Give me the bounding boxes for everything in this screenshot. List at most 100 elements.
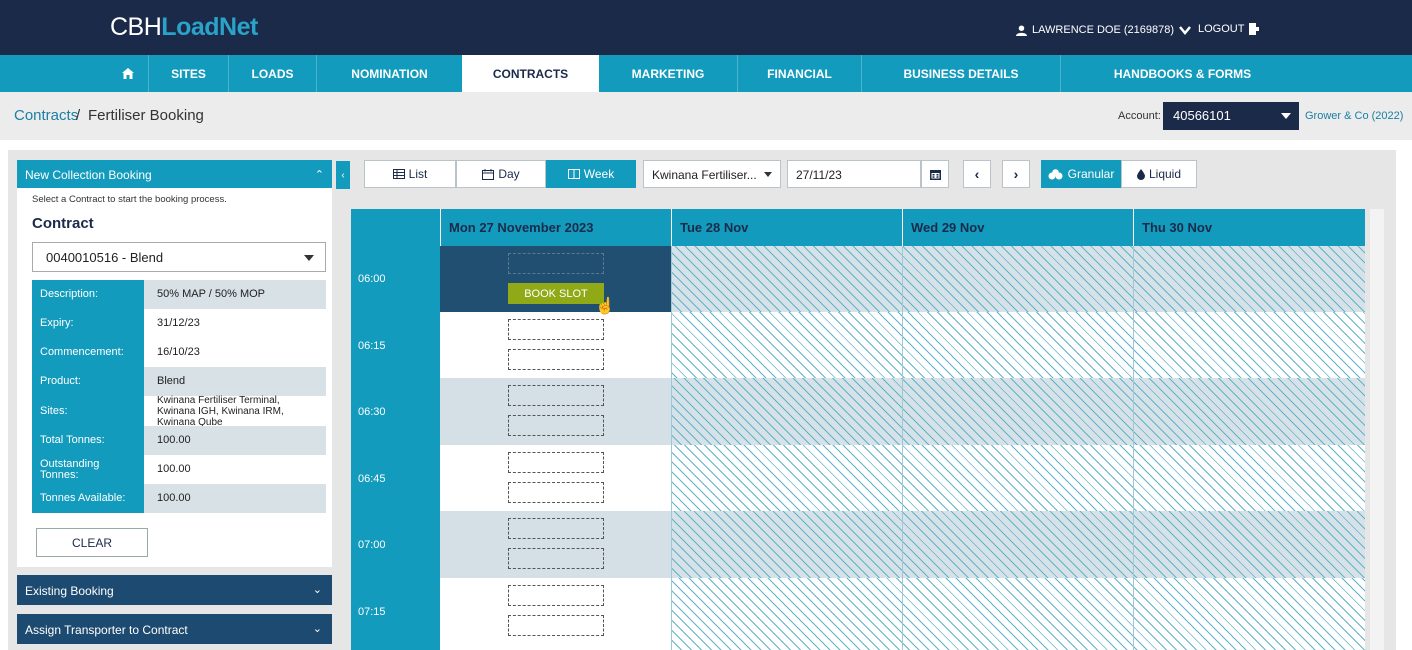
page-title: Fertiliser Booking (88, 107, 204, 124)
granular-button[interactable]: Granular (1041, 160, 1121, 188)
book-slot-label: BOOK SLOT (524, 287, 588, 300)
booking-slot[interactable] (508, 585, 604, 606)
time-column: 06:00 06:15 06:30 06:45 07:00 07:15 (351, 246, 440, 650)
account-value: 40566101 (1173, 108, 1231, 123)
site-select[interactable]: Kwinana Fertiliser... (643, 160, 781, 188)
column-divider (1133, 246, 1134, 650)
collapse-panel-button[interactable]: ‹ (336, 161, 350, 189)
detail-value: 100.00 (144, 484, 326, 513)
nav-sites-label: SITES (171, 66, 206, 81)
logo[interactable]: CBHLoadNet (110, 13, 258, 42)
chevron-right-icon: › (1013, 166, 1019, 182)
nav-marketing-label: MARKETING (631, 66, 705, 81)
user-icon (1016, 24, 1027, 36)
previous-button[interactable]: ‹ (963, 160, 991, 188)
booking-slot[interactable] (508, 615, 604, 636)
liquid-button[interactable]: Liquid (1121, 160, 1197, 188)
nav-financial-label: FINANCIAL (767, 66, 832, 81)
book-slot-button[interactable]: BOOK SLOT (508, 283, 604, 304)
granules-icon (1048, 168, 1063, 179)
chevron-up-icon: ⌃ (314, 169, 324, 181)
nav-loads[interactable]: LOADS (228, 55, 316, 92)
user-menu[interactable]: LAWRENCE DOE (2169878) (1016, 24, 1192, 36)
chevron-down-icon: ⌄ (312, 623, 322, 635)
logout-label: LOGOUT (1198, 23, 1245, 35)
account-select[interactable]: 40566101 (1163, 102, 1299, 130)
nav-contracts[interactable]: CONTRACTS (462, 55, 599, 92)
detail-key: Description: (32, 280, 144, 309)
day-view-button[interactable]: Day (456, 160, 546, 188)
contract-select[interactable]: 0040010516 - Blend (32, 242, 326, 272)
detail-value: 16/10/23 (144, 338, 326, 367)
nav-sites[interactable]: SITES (148, 55, 228, 92)
week-view-button[interactable]: Week (546, 160, 636, 188)
column-header-thu: Thu 30 Nov (1133, 209, 1365, 246)
chevron-down-icon (1179, 25, 1192, 35)
detail-value: Kwinana Fertiliser Terminal, Kwinana IGH… (144, 395, 326, 428)
nav-business-details[interactable]: BUSINESS DETAILS (861, 55, 1060, 92)
hand-cursor-icon: ☝ (595, 298, 615, 315)
unavailable-row-band (671, 378, 1365, 445)
booking-slot[interactable] (508, 482, 604, 503)
nav-marketing[interactable]: MARKETING (599, 55, 737, 92)
detail-row-product: Product: Blend (32, 367, 326, 396)
list-view-button[interactable]: List (364, 160, 456, 188)
caret-down-icon (304, 255, 314, 261)
time-label: 06:00 (358, 273, 386, 285)
nav-loads-label: LOADS (251, 66, 294, 81)
date-picker-button[interactable] (921, 160, 949, 188)
detail-row-commencement: Commencement: 16/10/23 (32, 338, 326, 367)
nav-home[interactable] (108, 55, 148, 92)
clear-button-label: CLEAR (71, 535, 112, 550)
nav-financial[interactable]: FINANCIAL (737, 55, 861, 92)
breadcrumb-separator: / (76, 107, 81, 124)
detail-key: Commencement: (32, 338, 144, 367)
calendar-icon (482, 168, 495, 180)
product-type-toggle: Granular Liquid (1041, 160, 1197, 188)
column-header-wed: Wed 29 Nov (902, 209, 1133, 246)
nav-handbooks-forms-label: HANDBOOKS & FORMS (1113, 66, 1252, 81)
detail-value: 50% MAP / 50% MOP (144, 280, 326, 309)
booking-slot[interactable] (508, 548, 604, 569)
booking-slot[interactable] (508, 452, 604, 473)
existing-booking-label: Existing Booking (25, 584, 114, 598)
columns-icon (567, 169, 580, 179)
clear-button[interactable]: CLEAR (36, 528, 148, 557)
booking-slot[interactable] (508, 253, 604, 274)
column-header-tue: Tue 28 Nov (671, 209, 902, 246)
detail-value: 100.00 (144, 455, 326, 484)
nav-contracts-label: CONTRACTS (492, 66, 569, 81)
detail-row-sites: Sites: Kwinana Fertiliser Terminal, Kwin… (32, 395, 326, 428)
booking-slot[interactable] (508, 385, 604, 406)
detail-row-total-tonnes: Total Tonnes: 100.00 (32, 426, 326, 455)
column-divider (902, 246, 903, 650)
caret-down-icon (764, 172, 772, 177)
booking-slot[interactable] (508, 518, 604, 539)
breadcrumb-contracts-link[interactable]: Contracts (14, 107, 78, 124)
contract-select-value: 0040010516 - Blend (46, 250, 164, 265)
booking-slot[interactable] (508, 349, 604, 370)
booking-slot[interactable] (508, 319, 604, 340)
logout-button[interactable]: LOGOUT (1198, 23, 1260, 35)
next-button[interactable]: › (1002, 160, 1030, 188)
date-input[interactable]: 27/11/23 (787, 160, 921, 188)
panel-header[interactable]: New Collection Booking ⌃ (17, 160, 332, 188)
assign-transporter-accordion[interactable]: Assign Transporter to Contract ⌄ (17, 614, 332, 644)
panel-hint: Select a Contract to start the booking p… (32, 194, 227, 205)
calendar-scrollbar[interactable] (1370, 209, 1384, 650)
chevron-left-icon: ‹ (974, 166, 980, 182)
time-label: 06:45 (358, 473, 386, 485)
nav-nomination-label: NOMINATION (351, 66, 428, 81)
detail-key: Outstanding Tonnes: (32, 455, 144, 484)
nav-handbooks-forms[interactable]: HANDBOOKS & FORMS (1060, 55, 1304, 92)
booking-slot[interactable] (508, 415, 604, 436)
logo-part-2: LoadNet (161, 13, 258, 41)
unavailable-row-band (671, 246, 1365, 312)
panel-title: New Collection Booking (25, 168, 152, 182)
nav-nomination[interactable]: NOMINATION (316, 55, 462, 92)
day-label: Day (498, 167, 520, 181)
list-label: List (408, 167, 428, 181)
detail-value: 31/12/23 (144, 309, 326, 338)
breadcrumb-bar: Contracts / Fertiliser Booking Account: … (0, 92, 1412, 140)
existing-booking-accordion[interactable]: Existing Booking ⌄ (17, 575, 332, 605)
